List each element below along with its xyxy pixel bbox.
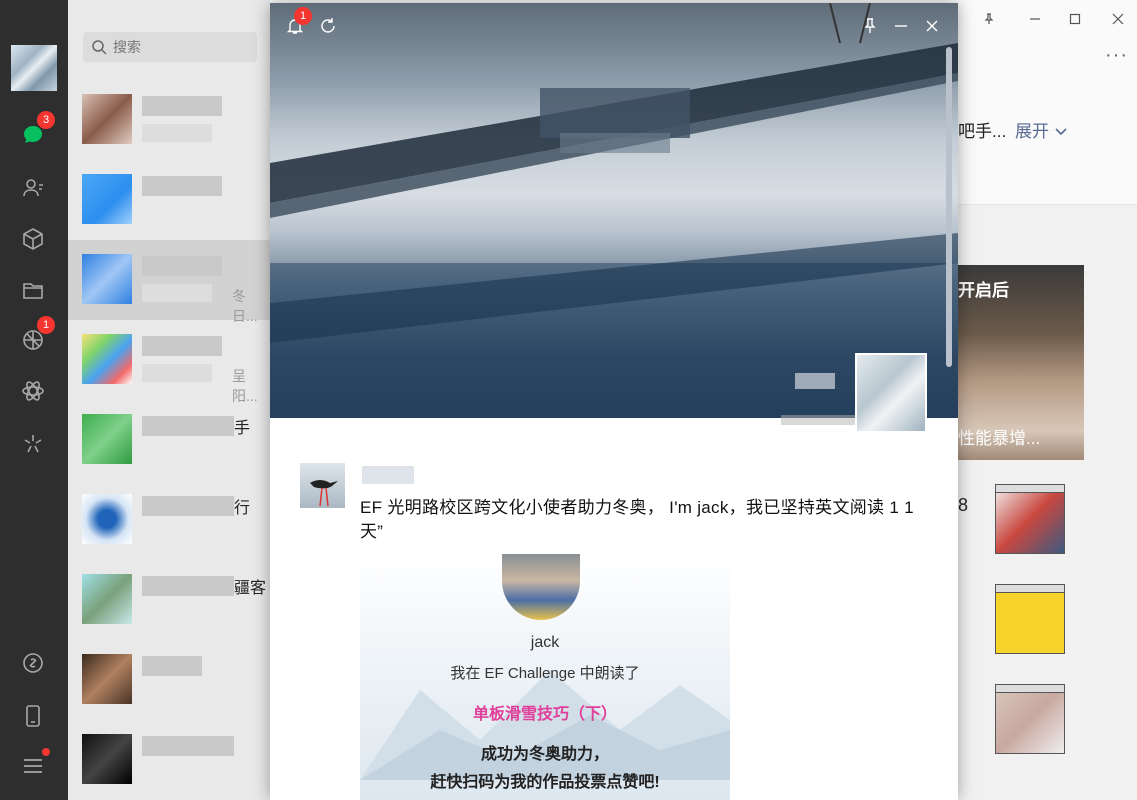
minimize-icon[interactable]	[1024, 8, 1046, 30]
scrollbar[interactable]	[946, 47, 952, 367]
files-icon[interactable]	[19, 276, 47, 304]
chat-avatar	[82, 174, 132, 224]
chat-name	[142, 256, 222, 276]
link-icon[interactable]	[19, 649, 47, 677]
chat-list: 搜索 冬日... 呈阳... 手 行 疆客	[68, 0, 270, 800]
article-thumbnail[interactable]	[995, 484, 1065, 554]
moments-icon[interactable]: 1	[19, 316, 55, 354]
chat-list-item[interactable]	[68, 720, 270, 800]
chat-avatar	[82, 414, 132, 464]
chat-name	[142, 576, 234, 596]
moments-window: 1 EF 光明路校区跨文化小使者助力冬奥， I'm jack，我已坚持英文阅读 …	[270, 3, 958, 800]
chat-avatar	[82, 654, 132, 704]
expand-link[interactable]: 展开	[1015, 117, 1068, 142]
my-avatar[interactable]	[11, 45, 57, 91]
chat-list-item[interactable]: 手	[68, 400, 270, 480]
article-title-peek: 吧手...	[958, 122, 1007, 141]
menu-icon[interactable]	[19, 748, 50, 780]
phone-icon[interactable]	[19, 702, 47, 730]
chat-avatar	[82, 334, 132, 384]
image-line4: 赶快扫码为我的作品投票点赞吧!	[430, 774, 660, 791]
moments-badge: 1	[37, 316, 55, 334]
search-icon	[92, 40, 107, 55]
maximize-icon[interactable]	[1064, 8, 1086, 30]
pin-icon[interactable]	[859, 15, 881, 37]
chat-name	[142, 336, 222, 356]
kid-photo	[502, 554, 580, 620]
chat-name-text: 手	[234, 420, 251, 437]
close-icon[interactable]	[1107, 8, 1129, 30]
chat-badge: 3	[37, 111, 55, 129]
chat-list-item[interactable]	[68, 80, 270, 160]
mini-programs-icon[interactable]	[19, 377, 47, 405]
chat-last-message	[142, 364, 212, 382]
chat-list-item[interactable]	[68, 160, 270, 240]
chat-last-message	[142, 284, 212, 302]
chat-name	[142, 736, 234, 756]
nav-sidebar: 3 1	[0, 0, 68, 800]
article-thumbnail[interactable]	[995, 684, 1065, 754]
search-placeholder: 搜索	[113, 39, 141, 55]
chat-list-item[interactable]: 呈阳...	[68, 320, 270, 404]
pin-icon[interactable]	[978, 8, 1000, 30]
moments-cover	[270, 3, 958, 433]
image-name-text: jack	[530, 634, 560, 651]
post-image[interactable]: jack 我在 EF Challenge 中朗读了 单板滑雪技巧（下） 成功为冬…	[360, 554, 730, 800]
bird-icon	[310, 480, 338, 507]
refresh-icon[interactable]	[317, 15, 339, 37]
menu-dot-badge	[42, 748, 50, 756]
image-line2: 单板滑雪技巧（下）	[472, 706, 617, 723]
image-line1: 我在 EF Challenge 中朗读了	[450, 665, 640, 682]
chat-list-item[interactable]: 疆客	[68, 560, 270, 640]
post-text: EF 光明路校区跨文化小使者助力冬奥， I'm jack，我已坚持英文阅读 1 …	[360, 498, 914, 541]
profile-avatar[interactable]	[855, 353, 927, 433]
profile-name	[795, 373, 835, 389]
chat-name	[142, 496, 234, 516]
article-card-top-text: 开启后	[958, 281, 1009, 300]
more-options-button[interactable]: ···	[1105, 44, 1128, 67]
contacts-icon[interactable]	[19, 174, 47, 202]
search-box[interactable]: 搜索	[83, 32, 257, 62]
chat-avatar	[82, 494, 132, 544]
chevron-down-icon	[1055, 128, 1067, 136]
profile-subtitle	[781, 415, 861, 425]
chat-last-message	[142, 124, 212, 142]
notification-badge: 1	[294, 7, 312, 25]
chat-name	[142, 176, 222, 196]
post-author-name[interactable]	[362, 466, 414, 484]
wechat-window: 3 1 搜索 冬日... 呈阳... 手 行 疆客 ··· 吧手... 展开 开…	[0, 0, 1137, 800]
article-thumbnail[interactable]	[995, 584, 1065, 654]
close-icon[interactable]	[921, 15, 943, 37]
favorites-icon[interactable]	[19, 225, 47, 253]
chat-list-item[interactable]: 行	[68, 480, 270, 560]
minimize-icon[interactable]	[890, 15, 912, 37]
article-card-bottom-text: 性能暴增...	[958, 429, 1041, 448]
chat-name-text: 行	[234, 500, 251, 517]
post-author-avatar[interactable]	[300, 463, 345, 508]
chat-avatar	[82, 254, 132, 304]
chat-name-text: 疆客	[234, 580, 267, 597]
chat-name	[142, 656, 202, 676]
chat-name	[142, 96, 222, 116]
article-number: 8	[958, 495, 969, 515]
expand-label: 展开	[1015, 122, 1049, 141]
chat-list-item[interactable]	[68, 640, 270, 720]
chat-avatar	[82, 734, 132, 784]
chat-list-item[interactable]: 冬日...	[68, 240, 270, 324]
channels-icon[interactable]	[19, 430, 47, 458]
chat-avatar	[82, 574, 132, 624]
chat-avatar	[82, 94, 132, 144]
chat-icon[interactable]: 3	[19, 111, 55, 149]
image-line3: 成功为冬奥助力，	[480, 746, 609, 763]
chat-name	[142, 416, 234, 436]
